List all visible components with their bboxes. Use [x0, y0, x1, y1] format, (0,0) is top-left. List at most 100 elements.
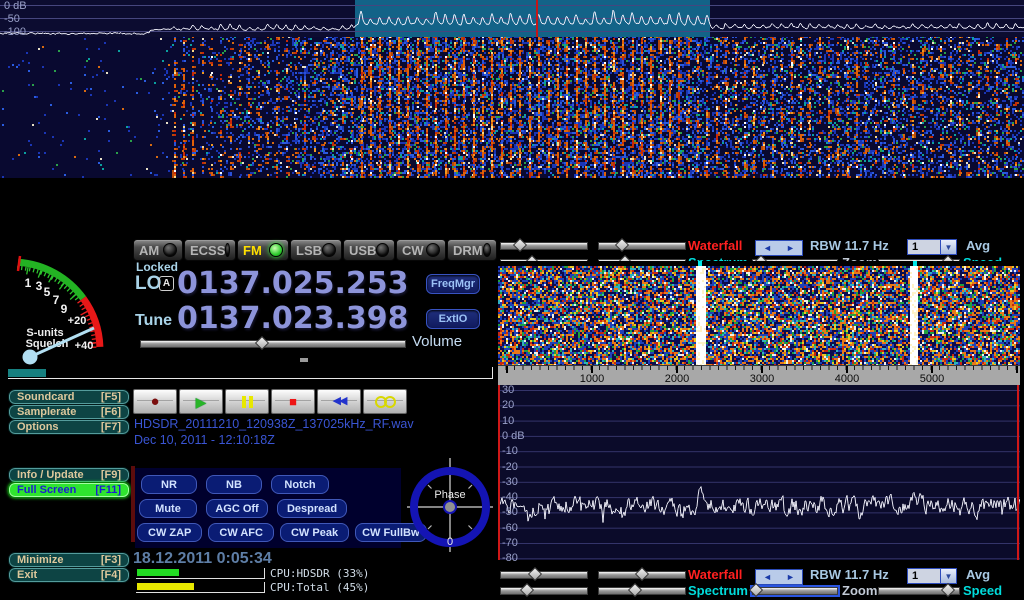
notch-button[interactable]: Notch: [271, 475, 329, 494]
recording-filename: HDSDR_20111210_120938Z_137025kHz_RF.wav: [134, 417, 414, 431]
mute-button[interactable]: Mute: [139, 499, 197, 518]
s-meter-label: +20: [68, 315, 87, 327]
mode-led-icon: [322, 243, 336, 257]
volume-label: Volume: [412, 333, 462, 350]
samplerate-button[interactable]: Samplerate [F6]: [8, 404, 130, 420]
button-key: [F5]: [101, 391, 121, 403]
button-label: Soundcard: [17, 391, 74, 403]
slider-thumb[interactable]: [528, 567, 542, 581]
tune-frequency-value[interactable]: 0137.023.398: [177, 304, 409, 334]
button-key: [F11]: [95, 484, 121, 496]
af-waterfall[interactable]: [498, 266, 1020, 365]
tune-cursor[interactable]: [536, 0, 538, 37]
rf-spectrum-panel[interactable]: 0 dB -50 -100: [0, 0, 1024, 37]
speed-label: Speed: [963, 583, 1002, 598]
mode-button-ecss[interactable]: ECSS: [184, 239, 236, 261]
button-key: [F3]: [101, 554, 121, 566]
avg-label: Avg: [966, 238, 990, 253]
mode-button-cw[interactable]: CW: [396, 239, 446, 261]
db-label: -50: [4, 13, 20, 25]
scroll-right-icon[interactable]: ►: [786, 244, 795, 253]
phase-label: Phase: [434, 489, 465, 501]
slider-thumb[interactable]: [513, 238, 527, 252]
bottom-waterfall-contrast-slider[interactable]: [598, 571, 686, 579]
bottom-spectrum-range-slider[interactable]: [598, 587, 686, 595]
volume-slider[interactable]: [140, 340, 406, 348]
cpu-hdsdr-text: CPU:HDSDR (33%): [270, 567, 369, 580]
squelch-marker[interactable]: [300, 358, 308, 362]
cw-afc-button[interactable]: CW AFC: [208, 523, 274, 542]
scroll-left-icon[interactable]: ◄: [763, 573, 772, 582]
dsp-label: CW Peak: [291, 527, 338, 539]
dsp-label: Notch: [284, 479, 315, 491]
s-meter: 1 3 5 7 9 +20 +40 S-units Squelch: [0, 245, 130, 377]
soundcard-button[interactable]: Soundcard [F5]: [8, 389, 130, 405]
lo-auto-button[interactable]: A: [159, 276, 174, 291]
mode-button-drm[interactable]: DRM: [447, 239, 497, 261]
scroll-left-icon[interactable]: ◄: [763, 244, 772, 253]
af-frequency-scale[interactable]: 1000 2000 3000 4000 5000: [498, 365, 1020, 386]
fullscreen-button[interactable]: Full Screen [F11]: [8, 482, 130, 498]
info-update-button[interactable]: Info / Update [F9]: [8, 467, 130, 483]
slider-thumb[interactable]: [615, 238, 629, 252]
slider-thumb[interactable]: [628, 583, 642, 597]
lo-frequency-value[interactable]: 0137.025.253: [177, 269, 409, 299]
cw-peak-button[interactable]: CW Peak: [280, 523, 349, 542]
loop-button[interactable]: [363, 389, 407, 414]
passband-edge-right[interactable]: [1017, 385, 1019, 560]
db-label: 10: [502, 415, 514, 427]
dropdown-arrow-icon[interactable]: ▼: [940, 240, 956, 254]
slider-thumb[interactable]: [941, 583, 955, 597]
cpu-total-bar: [136, 582, 265, 593]
exit-button[interactable]: Exit [F4]: [8, 567, 130, 583]
nb-button[interactable]: NB: [206, 475, 262, 494]
freqmgr-button[interactable]: FreqMgr: [426, 274, 480, 294]
record-button[interactable]: ●: [133, 389, 177, 414]
top-waterfall-contrast-slider[interactable]: [598, 242, 686, 250]
slider-thumb[interactable]: [635, 567, 649, 581]
button-label: Options: [17, 421, 59, 433]
dsp-label: AGC Off: [215, 503, 258, 515]
dropdown-arrow-icon[interactable]: ▼: [940, 569, 956, 583]
bottom-speed-slider[interactable]: [878, 587, 960, 595]
pause-button[interactable]: [225, 389, 269, 414]
cw-zap-button[interactable]: CW ZAP: [137, 523, 202, 542]
waterfall-label: Waterfall: [688, 238, 742, 253]
mode-button-lsb[interactable]: LSB: [290, 239, 342, 261]
minimize-button[interactable]: Minimize [F3]: [8, 552, 130, 568]
avg-select[interactable]: 1 ▼: [907, 239, 957, 255]
mode-led-icon: [225, 243, 230, 257]
scroll-right-icon[interactable]: ►: [786, 573, 795, 582]
passband-edge-left[interactable]: [498, 385, 500, 560]
volume-slider-thumb[interactable]: [255, 336, 269, 350]
stop-button[interactable]: ■: [271, 389, 315, 414]
play-button[interactable]: ▶: [179, 389, 223, 414]
mode-button-fm[interactable]: FM: [237, 239, 289, 261]
avg-select[interactable]: 1 ▼: [907, 568, 957, 584]
extio-button[interactable]: ExtIO: [426, 309, 480, 329]
transport-bar: ● ▶ ■ ◀◀: [133, 389, 407, 414]
rf-spectrum[interactable]: [0, 0, 1024, 37]
nr-button[interactable]: NR: [141, 475, 197, 494]
top-waterfall-brightness-slider[interactable]: [500, 242, 588, 250]
bottom-spectrum-gain-slider[interactable]: [500, 587, 588, 595]
band-scroll-control[interactable]: ◄ ►: [755, 240, 803, 256]
squelch-bar[interactable]: [8, 367, 493, 379]
slider-thumb[interactable]: [520, 583, 534, 597]
mode-led-icon: [163, 243, 177, 257]
slider-thumb[interactable]: [749, 583, 763, 597]
bottom-zoom-slider[interactable]: [752, 587, 838, 595]
rewind-button[interactable]: ◀◀: [317, 389, 361, 414]
despread-button[interactable]: Despread: [277, 499, 347, 518]
af-spectrum-panel[interactable]: 30 20 10 0 dB -10 -20 -30 -40 -50 -60 -7…: [498, 385, 1020, 560]
options-button[interactable]: Options [F7]: [8, 419, 130, 435]
mode-button-am[interactable]: AM: [133, 239, 183, 261]
band-scroll-control[interactable]: ◄ ►: [755, 569, 803, 585]
bottom-waterfall-brightness-slider[interactable]: [500, 571, 588, 579]
mode-label: LSB: [296, 243, 322, 258]
mode-button-usb[interactable]: USB: [343, 239, 395, 261]
scale-label: 4000: [835, 373, 859, 385]
agc-off-button[interactable]: AGC Off: [206, 499, 268, 518]
dsp-label: CW ZAP: [148, 527, 191, 539]
af-spectrum[interactable]: [498, 385, 1020, 560]
